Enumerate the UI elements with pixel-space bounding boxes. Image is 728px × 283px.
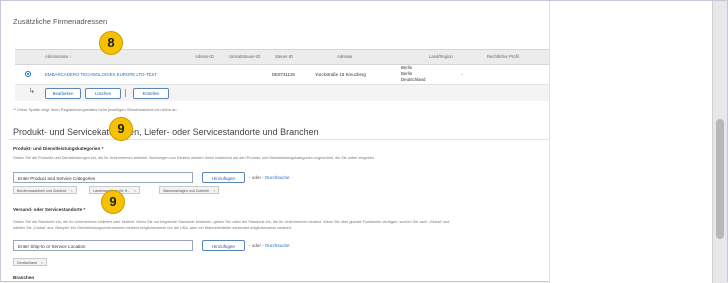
row-tax-id: DE8731129 — [272, 72, 295, 77]
row-radio-button[interactable] — [25, 71, 31, 77]
close-icon[interactable]: × — [71, 189, 73, 193]
addresses-footnote: ** Diese Spalte zeigt Ihren Registrierun… — [13, 107, 178, 112]
row-profile: - — [461, 72, 463, 77]
industries-label: Branchen — [13, 275, 35, 280]
products-title: Produkt- und Servicekategorien, Liefer- … — [13, 127, 319, 137]
categories-add-button[interactable]: Hinzufügen — [202, 172, 245, 183]
ship-add-button[interactable]: Hinzufügen — [202, 240, 245, 251]
right-side-panel — [549, 1, 715, 283]
row-city-1: Berlin — [401, 65, 413, 70]
edit-button[interactable]: Bearbeiten — [45, 88, 81, 99]
categories-or-browse: - oder - Durchsuche — [249, 175, 290, 180]
col-tax-id[interactable]: Steuer-ID — [275, 54, 293, 59]
close-icon[interactable]: × — [134, 189, 136, 193]
row-actions: ↳ Bearbeiten Löschen Erstellen — [15, 85, 549, 101]
ship-help-1: Geben Sie die Standorte ein, die Ihr Unt… — [13, 220, 450, 224]
col-address-name[interactable]: Adressname ↑ — [45, 54, 72, 59]
callout-marker-9: 9 — [109, 117, 133, 141]
ship-label: Versand- oder Servicestandorte * — [13, 207, 86, 212]
row-city-2: Berlin — [401, 71, 413, 76]
row-country: Deutschland — [401, 77, 426, 82]
callout-marker-8: 8 — [99, 31, 123, 55]
category-tag-label: Wasseranlagen und Zubehör — [163, 189, 210, 193]
main-content: Zusätzliche Firmenadressen Adressname ↑ … — [9, 7, 549, 283]
table-row[interactable]: EMBARCADERO TECHNOLOGIES EUROPE LTD-TEST… — [15, 64, 549, 85]
delete-button[interactable]: Löschen — [85, 88, 121, 99]
actions-divider — [125, 89, 126, 97]
col-vat-id[interactable]: Umsatzsteuer-ID — [229, 54, 260, 59]
categories-input[interactable]: Enter Product and Service Categories — [13, 172, 193, 183]
or-text: - oder - — [249, 175, 264, 180]
col-legal-profile[interactable]: Rechtlicher Profil — [487, 54, 519, 59]
category-tag[interactable]: Wasseranlagen und Zubehör × — [159, 186, 220, 194]
categories-browse-link[interactable]: Durchsuche — [265, 175, 290, 180]
scrollbar-thumb[interactable] — [716, 119, 724, 239]
return-arrow-icon: ↳ — [29, 88, 35, 95]
categories-help: Geben Sie die Produkte und Dienstleistun… — [13, 156, 376, 160]
ship-help-2: wählen Sie „Global“ aus. Beispiel: Ein D… — [13, 226, 292, 230]
callout-marker-9: 9 — [101, 190, 125, 214]
col-country[interactable]: Land/Region — [429, 54, 453, 59]
or-text: - oder - — [249, 243, 264, 248]
divider — [9, 139, 549, 140]
close-icon[interactable]: × — [41, 261, 43, 265]
create-button[interactable]: Erstellen — [133, 88, 169, 99]
row-address: Yorckstraße 18 Kreuzberg — [315, 72, 366, 77]
ship-or-browse: - oder - Durchsuche — [249, 243, 290, 248]
addresses-title: Zusätzliche Firmenadressen — [13, 17, 108, 26]
category-tag-label: Bordermaschinen und Zubehör — [17, 189, 67, 193]
col-address-id[interactable]: Adress-ID — [195, 54, 214, 59]
categories-label: Produkt- und Dienstleistungskategorien * — [13, 146, 104, 151]
col-address[interactable]: Adresse — [337, 54, 352, 59]
close-icon[interactable]: × — [213, 189, 215, 193]
page-frame: Zusätzliche Firmenadressen Adressname ↑ … — [0, 0, 728, 283]
location-tag[interactable]: Deutschland × — [13, 258, 48, 266]
table-header: Adressname ↑ Adress-ID Umsatzsteuer-ID S… — [15, 49, 549, 65]
location-tag-label: Deutschland — [17, 261, 37, 265]
vertical-scrollbar[interactable] — [712, 1, 727, 283]
ship-browse-link[interactable]: Durchsuche — [265, 243, 290, 248]
row-address-name[interactable]: EMBARCADERO TECHNOLOGIES EUROPE LTD-TEST — [45, 72, 157, 77]
category-tag[interactable]: Bordermaschinen und Zubehör × — [13, 186, 77, 194]
ship-input[interactable]: Enter Ship-to or Service Location — [13, 240, 193, 251]
